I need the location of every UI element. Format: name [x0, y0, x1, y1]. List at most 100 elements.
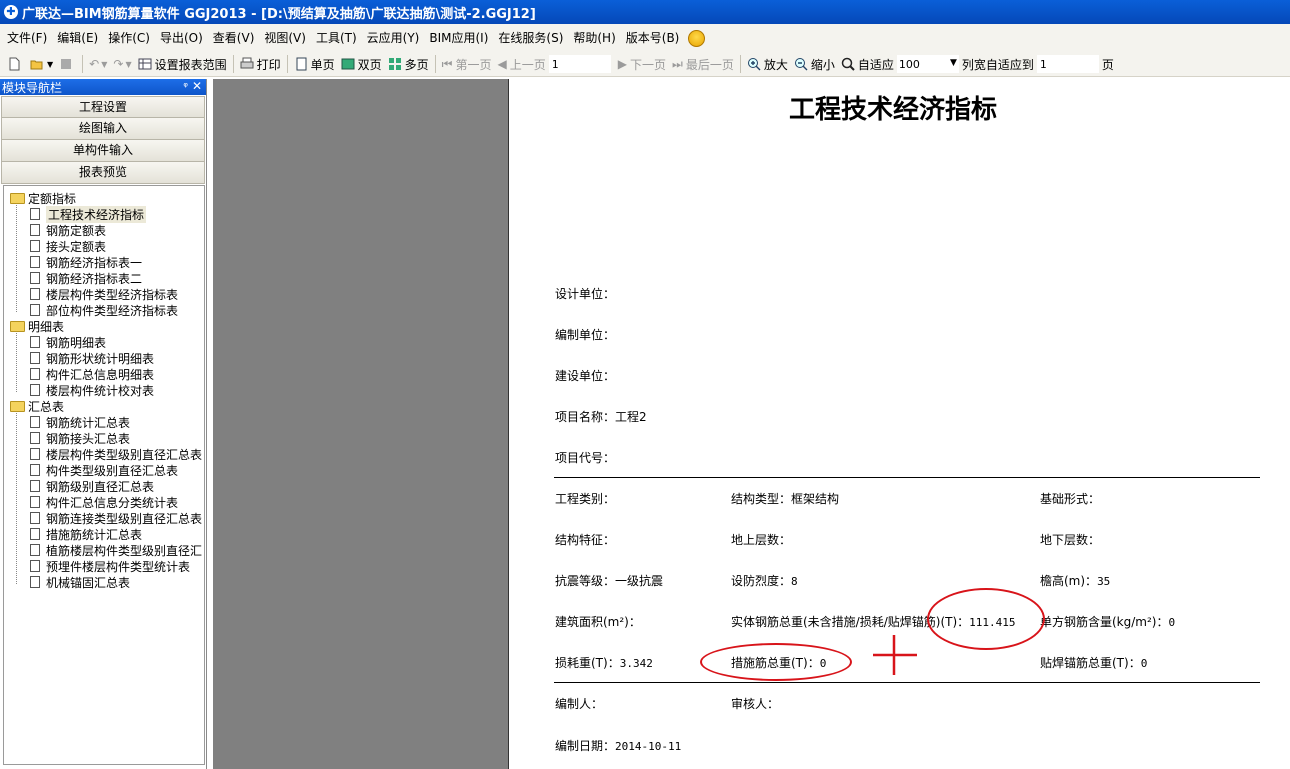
app-logo-icon: ✚ [4, 5, 18, 19]
field-value: 工程2 [615, 410, 647, 424]
redo-button[interactable]: ↷ ▼ [110, 54, 134, 75]
column-fit-button[interactable]: 列宽自适应到 [959, 54, 1037, 75]
column-fit-pages-input[interactable] [1036, 55, 1099, 73]
tree-folder-detail-tables[interactable]: 明细表 [10, 318, 64, 334]
chevron-down-icon[interactable]: ▼ [950, 58, 957, 68]
annotation-ellipse-rebar-total [927, 588, 1045, 650]
menu-version[interactable]: 版本号(B) [621, 24, 685, 52]
document-icon [30, 352, 40, 364]
tree-item[interactable]: 楼层构件类型级别直径汇总表 [30, 446, 202, 462]
nav-single-component-input[interactable]: 单构件输入 [1, 140, 205, 162]
tree-item-label: 钢筋经济指标表二 [46, 271, 143, 286]
tree-item[interactable]: 钢筋连接类型级别直径汇总表 [30, 510, 202, 526]
tree-folder-summary-tables[interactable]: 汇总表 [10, 398, 64, 414]
tree-item[interactable]: 钢筋接头汇总表 [30, 430, 130, 446]
tree-item[interactable]: 措施筋统计汇总表 [30, 526, 142, 542]
first-page-label: 第一页 [455, 57, 492, 72]
menu-edit[interactable]: 编辑(E) [52, 24, 103, 52]
tree-item[interactable]: 钢筋定额表 [30, 222, 106, 238]
field-eave-height: 檐高(m)：35 [1040, 572, 1110, 589]
document-icon [30, 208, 40, 220]
tree-item[interactable]: 构件类型级别直径汇总表 [30, 462, 178, 478]
field-project-name: 项目名称：工程2 [555, 408, 647, 425]
window-title-bar[interactable]: ✚ 广联达—BIM钢筋算量软件 GGJ2013 - [D:\预结算及抽筋\广联达… [0, 0, 1290, 24]
dropdown-arrow-icon: ▼ [47, 59, 54, 69]
report-tree: 定额指标 工程技术经济指标 钢筋定额表 接头定额表 钢筋经济指标表一 钢筋经济指… [3, 185, 205, 765]
tree-item[interactable]: 构件汇总信息明细表 [30, 366, 154, 382]
tree-item[interactable]: 植筋楼层构件类型级别直径汇 [30, 542, 202, 558]
tree-item[interactable]: 构件汇总信息分类统计表 [30, 494, 178, 510]
tree-item[interactable]: 部位构件类型经济指标表 [30, 302, 178, 318]
smiley-face-icon[interactable] [688, 29, 706, 47]
multi-page-icon [388, 58, 401, 70]
page-number-input[interactable] [548, 55, 611, 73]
single-page-button[interactable]: 单页 [291, 54, 338, 75]
field-label: 抗震等级： [555, 574, 616, 588]
print-button[interactable]: 打印 [237, 54, 284, 75]
menu-export[interactable]: 导出(O) [155, 24, 208, 52]
tree-item[interactable]: 机械锚固汇总表 [30, 574, 130, 590]
menu-file[interactable]: 文件(F) [2, 24, 52, 52]
divider [554, 682, 1260, 683]
tree-item[interactable]: 预埋件楼层构件类型统计表 [30, 558, 190, 574]
nav-project-settings[interactable]: 工程设置 [1, 96, 205, 118]
printer-icon [240, 57, 254, 69]
tree-item[interactable]: 钢筋统计汇总表 [30, 414, 130, 430]
last-page-button[interactable]: ⏭ 最后一页 [669, 54, 737, 75]
nav-drawing-input[interactable]: 绘图输入 [1, 118, 205, 140]
document-icon [30, 464, 40, 476]
field-reviewer: 审核人： [731, 697, 780, 711]
tree-item-label: 构件类型级别直径汇总表 [46, 463, 179, 478]
field-value: 0 [1140, 657, 1148, 670]
field-label: 檐高(m)： [1040, 574, 1098, 588]
nav-report-preview[interactable]: 报表预览 [1, 162, 205, 184]
menu-tools[interactable]: 工具(T) [311, 24, 362, 52]
menu-view[interactable]: 查看(V) [208, 24, 260, 52]
menu-operate[interactable]: 操作(C) [103, 24, 155, 52]
undo-button[interactable]: ↶ ▼ [86, 54, 110, 75]
menu-cloud[interactable]: 云应用(Y) [362, 24, 425, 52]
tree-item[interactable]: 钢筋经济指标表一 [30, 254, 142, 270]
pin-icon[interactable]: ᵠ [183, 80, 188, 93]
field-value: 一级抗震 [615, 574, 664, 588]
field-foundation: 基础形式： [1040, 492, 1101, 506]
report-toolbar: ▼ ↶▼ ↷▼ 设置报表范围 打印 单页 双页 多页 ⏮ 第一页 ◀ 上一页 ▶ [0, 52, 1290, 77]
tree-item[interactable]: 钢筋明细表 [30, 334, 106, 350]
tree-item-label: 钢筋连接类型级别直径汇总表 [46, 511, 203, 526]
tree-item[interactable]: 楼层构件统计校对表 [30, 382, 154, 398]
fit-button[interactable]: 自适应 [838, 54, 897, 75]
menu-online[interactable]: 在线服务(S) [493, 24, 568, 52]
prev-page-icon: ◀ [497, 57, 507, 71]
tree-item-engineering-economic-indicators[interactable]: 工程技术经济指标 [30, 205, 147, 223]
zoom-in-button[interactable]: 放大 [744, 54, 791, 75]
prev-page-button[interactable]: ◀ 上一页 [495, 54, 549, 75]
tree-item[interactable]: 钢筋级别直径汇总表 [30, 478, 154, 494]
toolbar-separator [82, 55, 84, 73]
zoom-select[interactable]: 100 ▼ [896, 55, 959, 73]
tree-item[interactable]: 钢筋经济指标表二 [30, 270, 142, 286]
menu-viewport[interactable]: 视图(V) [259, 24, 311, 52]
field-compiler: 编制人： [555, 697, 604, 711]
next-page-button[interactable]: ▶ 下一页 [615, 54, 669, 75]
tree-folder-quota-indicators[interactable]: 定额指标 [10, 190, 76, 206]
open-file-button[interactable]: ▼ [27, 54, 56, 75]
tree-item[interactable]: 楼层构件类型经济指标表 [30, 286, 178, 302]
single-page-label: 单页 [310, 57, 335, 72]
tree-item[interactable]: 钢筋形状统计明细表 [30, 350, 154, 366]
menu-bim[interactable]: BIM应用(I) [424, 24, 493, 52]
new-file-button[interactable] [4, 54, 27, 75]
set-report-range-button[interactable]: 设置报表范围 [135, 54, 230, 75]
field-project-type: 工程类别： [555, 492, 616, 506]
undo-icon: ↶ [89, 57, 100, 71]
close-icon[interactable]: ✕ [192, 79, 202, 93]
first-page-button[interactable]: ⏮ 第一页 [439, 54, 495, 75]
tree-item-label: 楼层构件类型级别直径汇总表 [46, 447, 203, 462]
multi-page-button[interactable]: 多页 [385, 54, 432, 75]
tree-item[interactable]: 接头定额表 [30, 238, 106, 254]
double-page-button[interactable]: 双页 [338, 54, 385, 75]
field-structure-feature: 结构特征： [555, 533, 616, 547]
zoom-out-button[interactable]: 缩小 [791, 54, 838, 75]
menu-help[interactable]: 帮助(H) [568, 24, 620, 52]
document-icon [30, 224, 40, 236]
save-button[interactable] [56, 54, 79, 75]
